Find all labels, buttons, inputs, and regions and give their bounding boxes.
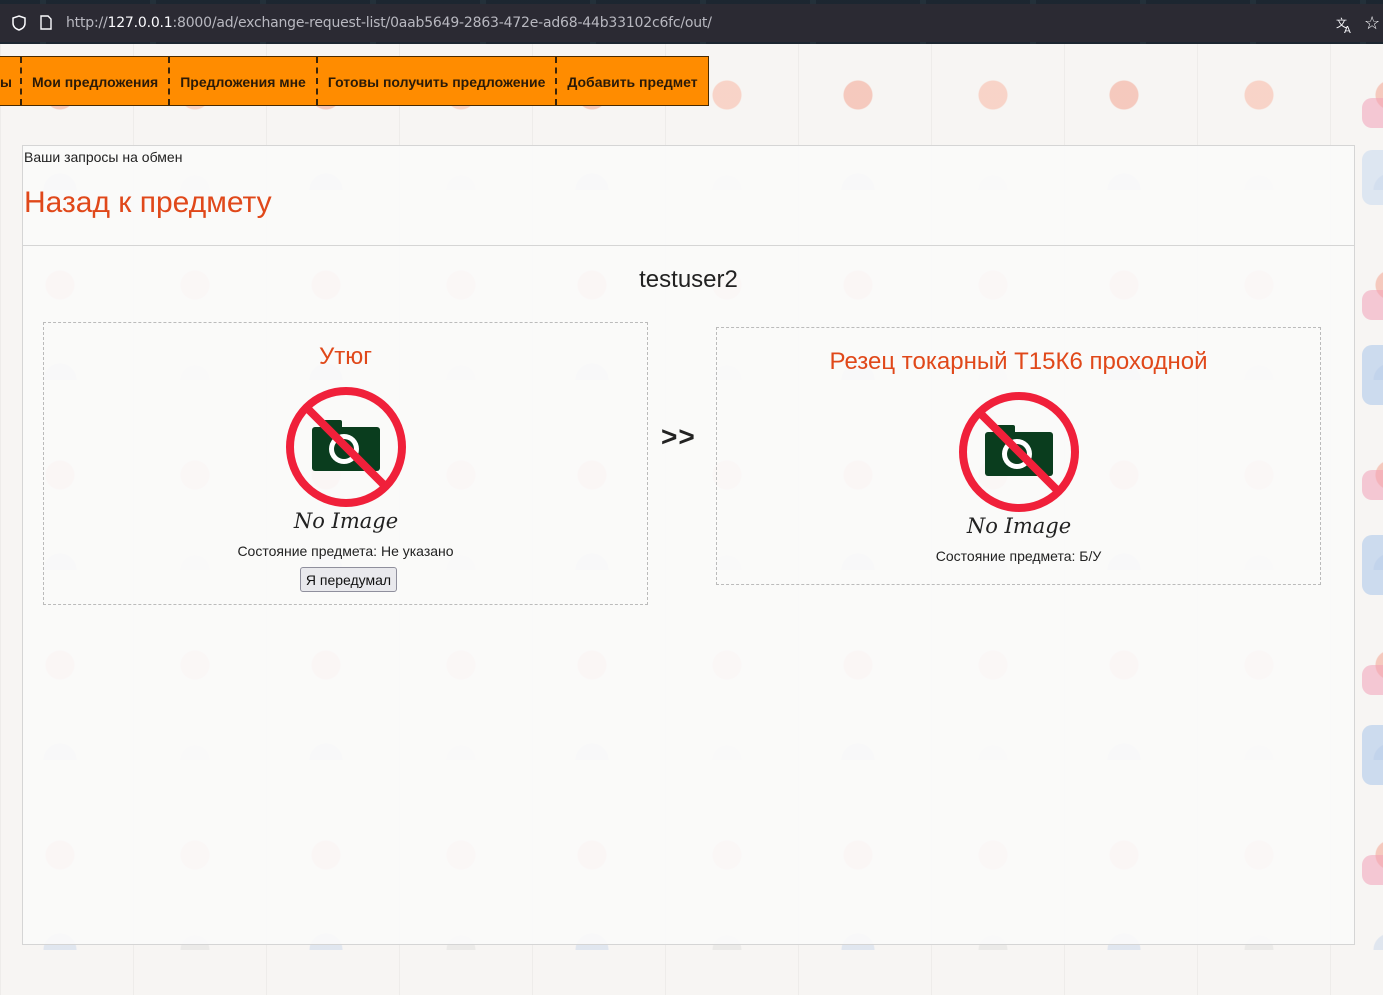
page-icon	[40, 15, 52, 30]
nav-item-my-offers[interactable]: Мои предложения	[22, 57, 171, 105]
background-candy-icon	[1362, 855, 1383, 885]
their-item-title[interactable]: Резец токарный Т15К6 проходной	[717, 348, 1320, 376]
background-cup-icon	[1362, 345, 1383, 405]
background-cup-icon	[1362, 725, 1383, 785]
bookmark-star-icon[interactable]: ☆	[1364, 14, 1382, 32]
page-caption: Ваши запросы на обмен	[24, 149, 183, 165]
translate-icon[interactable]: 文A	[1336, 16, 1354, 36]
no-image-icon: No Image	[959, 392, 1079, 538]
svg-text:A: A	[1344, 25, 1351, 34]
nav-item-clipped[interactable]: ы	[0, 57, 22, 105]
background-candy-icon	[1362, 98, 1383, 128]
counterparty-username: testuser2	[639, 266, 738, 293]
their-item-condition: Состояние предмета: Б/У	[935, 548, 1102, 564]
nav-item-add-item[interactable]: Добавить предмет	[557, 57, 707, 105]
back-to-item-link[interactable]: Назад к предмету	[24, 186, 272, 220]
no-image-icon: No Image	[286, 387, 406, 533]
background-candy-icon	[1362, 665, 1383, 695]
svg-text:No Image: No Image	[293, 509, 398, 533]
background-cup-icon	[1362, 535, 1383, 595]
nav-item-offers-to-me[interactable]: Предложения мне	[170, 57, 318, 105]
shield-icon[interactable]	[12, 15, 26, 31]
browser-toolbar: http://127.0.0.1:8000/ad/exchange-reques…	[0, 0, 1383, 44]
address-bar[interactable]: http://127.0.0.1:8000/ad/exchange-reques…	[0, 4, 1383, 42]
background-candy-icon	[1362, 470, 1383, 500]
main-nav: ы Мои предложения Предложения мне Готовы…	[0, 56, 709, 106]
exchange-requests-panel: Ваши запросы на обмен Назад к предмету t…	[22, 145, 1355, 945]
url-text[interactable]: http://127.0.0.1:8000/ad/exchange-reques…	[66, 15, 712, 31]
their-item-card: Резец токарный Т15К6 проходной No Image …	[716, 327, 1321, 585]
background-candy-icon	[1362, 290, 1383, 320]
panel-header: Ваши запросы на обмен Назад к предмету	[23, 146, 1354, 246]
my-item-card: Утюг No Image Состояние предмета: Не ука…	[43, 322, 648, 605]
my-item-condition: Состояние предмета: Не указано	[237, 543, 454, 559]
my-item-title[interactable]: Утюг	[44, 343, 647, 371]
nav-item-ready-to-receive[interactable]: Готовы получить предложение	[318, 57, 558, 105]
svg-text:No Image: No Image	[966, 514, 1071, 538]
changed-mind-button[interactable]: Я передумал	[300, 567, 397, 592]
exchange-arrow: >>	[661, 421, 696, 452]
background-cup-icon	[1362, 150, 1383, 205]
